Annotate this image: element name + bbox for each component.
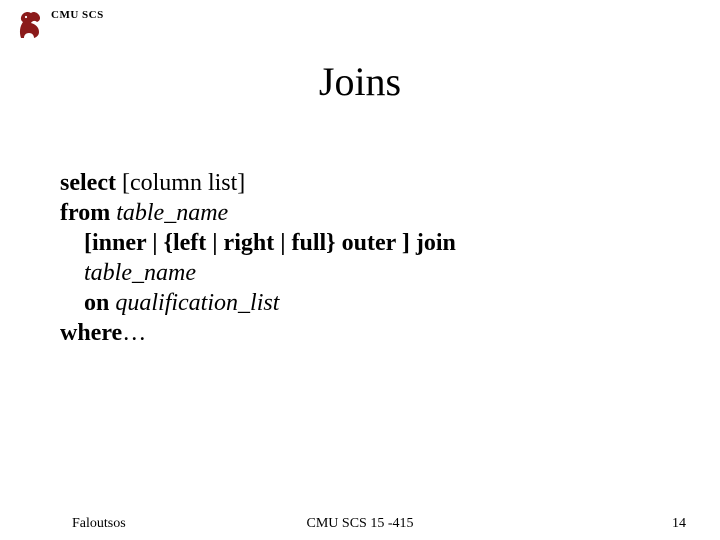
keyword-where: where xyxy=(60,320,122,346)
keyword-from: from xyxy=(60,200,110,226)
syntax-line-3: [inner | {left | right | full} outer ] j… xyxy=(60,228,660,258)
syntax-line-4: table_name xyxy=(60,258,660,288)
slide-header: CMU SCS xyxy=(15,8,104,45)
syntax-line-1: select [column list] xyxy=(60,168,660,198)
keyword-on: on xyxy=(84,290,109,316)
syntax-line-5: on qualification_list xyxy=(60,288,660,318)
syntax-line-2: from table_name xyxy=(60,198,660,228)
syntax-line-6: where… xyxy=(60,318,660,348)
text-column-list: [column list] xyxy=(116,170,245,196)
footer-page-number: 14 xyxy=(672,516,686,532)
footer-course: CMU SCS 15 -415 xyxy=(0,516,720,532)
cmu-scs-dragon-icon xyxy=(15,8,45,45)
slide-title: Joins xyxy=(0,58,720,105)
keyword-select: select xyxy=(60,170,116,196)
header-org-label: CMU SCS xyxy=(51,9,104,21)
text-table-name-1: table_name xyxy=(110,200,228,226)
sql-syntax-block: select [column list] from table_name [in… xyxy=(60,168,660,348)
text-ellipsis: … xyxy=(122,320,146,346)
text-qualification-list: qualification_list xyxy=(109,290,279,316)
